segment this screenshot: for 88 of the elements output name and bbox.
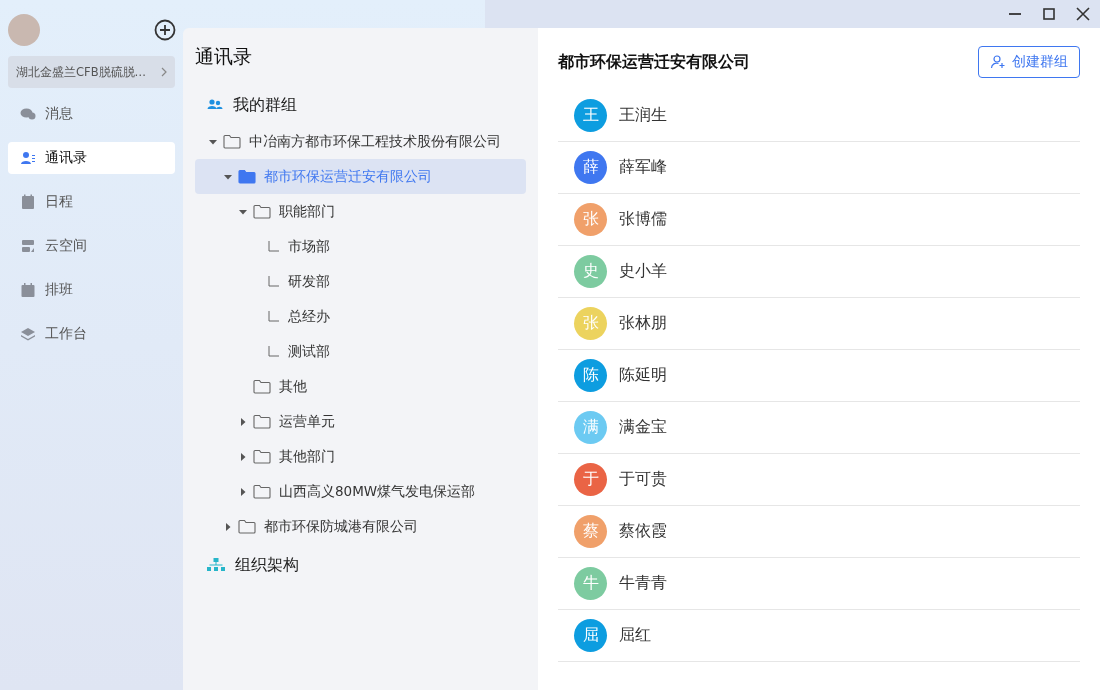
org-chart-item[interactable]: 组织架构 bbox=[195, 552, 526, 578]
tree-branch-icon bbox=[268, 345, 280, 358]
cloud-icon bbox=[20, 238, 36, 254]
tree-node[interactable]: 中冶南方都市环保工程技术股份有限公司 bbox=[195, 124, 526, 159]
folder-icon bbox=[238, 519, 256, 534]
member-row[interactable]: 蔡 蔡依霞 bbox=[558, 506, 1080, 558]
tree-branch-icon bbox=[268, 275, 280, 288]
caret-icon[interactable] bbox=[239, 487, 247, 496]
member-avatar: 牛 bbox=[574, 567, 607, 600]
folder-icon bbox=[253, 449, 271, 464]
nav-item[interactable]: 日程 bbox=[8, 186, 175, 218]
close-icon[interactable] bbox=[1075, 6, 1091, 22]
folder-icon bbox=[223, 134, 241, 149]
member-row[interactable]: 王 王润生 bbox=[558, 90, 1080, 142]
member-avatar: 于 bbox=[574, 463, 607, 496]
nav-item[interactable]: 云空间 bbox=[8, 230, 175, 262]
member-row[interactable]: 史 史小羊 bbox=[558, 246, 1080, 298]
member-row[interactable]: 牛 牛青青 bbox=[558, 558, 1080, 610]
nav-item[interactable]: 消息 bbox=[8, 98, 175, 130]
tree-node[interactable]: 职能部门 bbox=[195, 194, 526, 229]
company-title: 都市环保运营迁安有限公司 bbox=[558, 51, 750, 73]
member-avatar: 张 bbox=[574, 307, 607, 340]
caret-icon[interactable] bbox=[239, 417, 247, 426]
panel-title: 通讯录 bbox=[195, 44, 253, 69]
member-row[interactable]: 满 满金宝 bbox=[558, 402, 1080, 454]
tree-node[interactable]: 都市环保防城港有限公司 bbox=[195, 509, 526, 544]
member-row[interactable]: 张 张博儒 bbox=[558, 194, 1080, 246]
member-avatar: 王 bbox=[574, 99, 607, 132]
member-row[interactable]: 薛 薛军峰 bbox=[558, 142, 1080, 194]
member-avatar: 陈 bbox=[574, 359, 607, 392]
member-name: 陈延明 bbox=[619, 365, 667, 386]
folder-icon bbox=[253, 204, 271, 219]
people-icon bbox=[207, 98, 223, 112]
tree-node[interactable]: 其他部门 bbox=[195, 439, 526, 474]
caret-icon[interactable] bbox=[209, 137, 217, 146]
member-name: 牛青青 bbox=[619, 573, 667, 594]
tree-branch-icon bbox=[268, 240, 280, 253]
member-avatar: 屈 bbox=[574, 619, 607, 652]
tree-node[interactable]: 总经办 bbox=[195, 299, 526, 334]
nav-item[interactable]: 通讯录 bbox=[8, 142, 175, 174]
contacts-icon bbox=[20, 150, 36, 166]
member-name: 王润生 bbox=[619, 105, 667, 126]
member-row[interactable]: 于 于可贵 bbox=[558, 454, 1080, 506]
member-name: 于可贵 bbox=[619, 469, 667, 490]
member-name: 蔡依霞 bbox=[619, 521, 667, 542]
member-name: 张林朋 bbox=[619, 313, 667, 334]
folder-icon bbox=[238, 169, 256, 184]
folder-icon bbox=[253, 379, 271, 394]
tree-branch-icon bbox=[268, 310, 280, 323]
caret-icon[interactable] bbox=[239, 207, 247, 216]
add-icon[interactable] bbox=[154, 19, 176, 41]
caret-icon[interactable] bbox=[239, 452, 247, 461]
chat-icon bbox=[20, 106, 36, 122]
tree-node[interactable]: 山西高义80MW煤气发电保运部 bbox=[195, 474, 526, 509]
member-avatar: 薛 bbox=[574, 151, 607, 184]
layers-icon bbox=[20, 326, 36, 342]
tree-node[interactable]: 市场部 bbox=[195, 229, 526, 264]
member-name: 张博儒 bbox=[619, 209, 667, 230]
tree-node[interactable]: 运营单元 bbox=[195, 404, 526, 439]
member-avatar: 张 bbox=[574, 203, 607, 236]
create-group-button[interactable]: 创建群组 bbox=[978, 46, 1080, 78]
org-chart-icon bbox=[207, 558, 225, 572]
groups-item[interactable]: 我的群组 bbox=[195, 92, 526, 118]
organization-switcher[interactable]: 湖北金盛兰CFB脱硫脱… bbox=[8, 56, 175, 88]
member-row[interactable]: 张 张林朋 bbox=[558, 298, 1080, 350]
calendar-icon bbox=[20, 194, 36, 210]
member-avatar: 蔡 bbox=[574, 515, 607, 548]
folder-icon bbox=[253, 414, 271, 429]
nav-item[interactable]: 工作台 bbox=[8, 318, 175, 350]
chevron-right-icon bbox=[161, 67, 167, 77]
nav-item[interactable]: 排班 bbox=[8, 274, 175, 306]
member-name: 满金宝 bbox=[619, 417, 667, 438]
caret-icon[interactable] bbox=[224, 172, 232, 181]
member-name: 史小羊 bbox=[619, 261, 667, 282]
member-row[interactable]: 陈 陈延明 bbox=[558, 350, 1080, 402]
tree-node[interactable]: 其他 bbox=[195, 369, 526, 404]
folder-icon bbox=[253, 484, 271, 499]
add-user-icon bbox=[990, 54, 1006, 70]
member-avatar: 史 bbox=[574, 255, 607, 288]
member-avatar: 满 bbox=[574, 411, 607, 444]
schedule-icon bbox=[20, 282, 36, 298]
maximize-icon[interactable] bbox=[1041, 6, 1057, 22]
member-name: 薛军峰 bbox=[619, 157, 667, 178]
member-name: 屈红 bbox=[619, 625, 651, 646]
tree-node[interactable]: 测试部 bbox=[195, 334, 526, 369]
member-row[interactable]: 屈 屈红 bbox=[558, 610, 1080, 662]
caret-icon[interactable] bbox=[224, 522, 232, 531]
tree-node[interactable]: 研发部 bbox=[195, 264, 526, 299]
